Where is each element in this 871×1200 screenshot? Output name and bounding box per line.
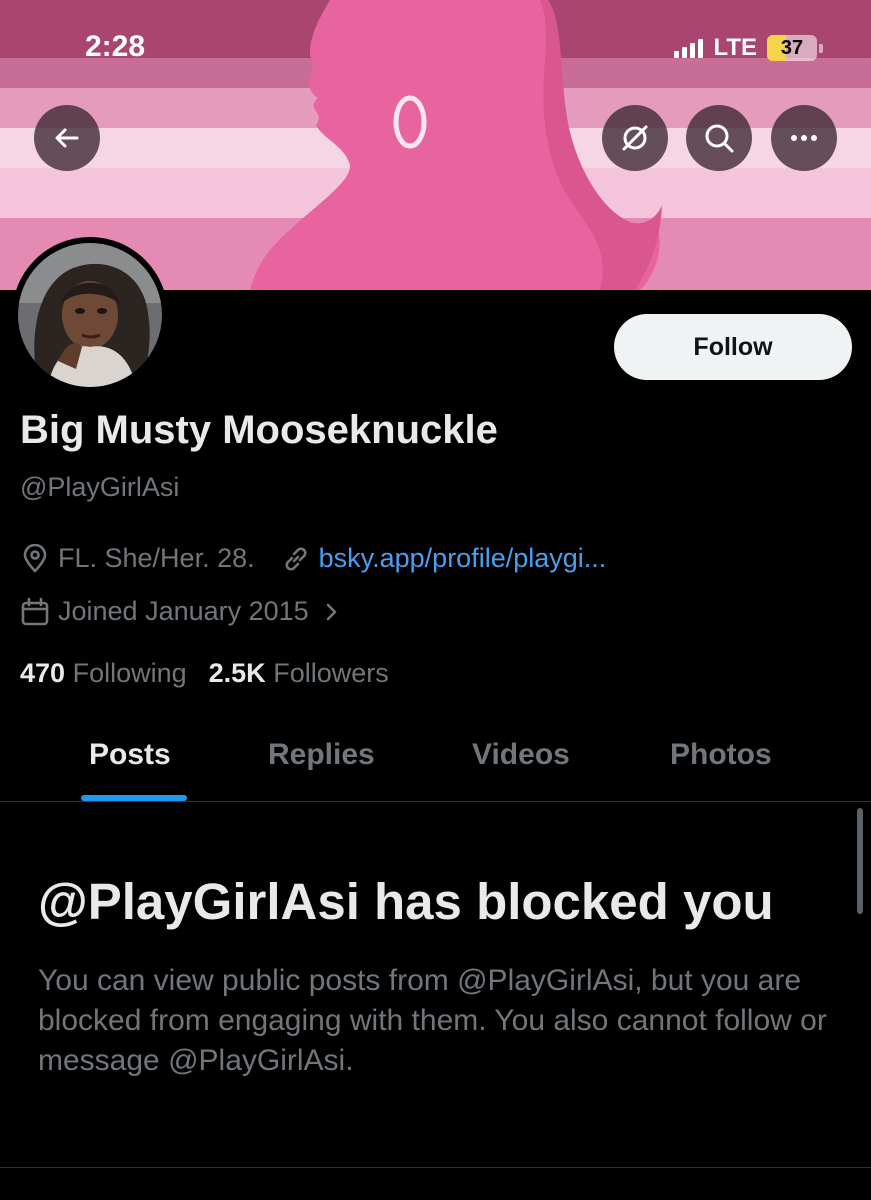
chevron-right-icon (326, 603, 336, 620)
tab-replies[interactable]: Replies (268, 738, 375, 772)
status-indicators: LTE 37 (674, 34, 823, 62)
divider (0, 1167, 871, 1168)
tab-videos[interactable]: Videos (472, 738, 570, 772)
avatar[interactable] (12, 237, 168, 393)
more-horizontal-icon (791, 135, 817, 141)
location-pin-icon (23, 543, 47, 573)
link-icon (285, 546, 307, 571)
display-name: Big Musty Mooseknuckle (20, 408, 498, 452)
followers-count: 2.5K (208, 658, 266, 688)
active-tab-indicator (81, 795, 187, 801)
search-icon (705, 124, 734, 153)
profile-tabs: Posts Replies Videos Photos (0, 720, 871, 802)
signal-icon (674, 38, 704, 58)
profile-meta-joined[interactable]: Joined January 2015 (20, 596, 343, 627)
tab-posts[interactable]: Posts (89, 738, 171, 772)
more-button[interactable] (771, 105, 837, 171)
blocked-message: You can view public posts from @PlayGirl… (38, 964, 827, 1077)
calendar-icon (21, 597, 49, 625)
profile-meta-location: FL. She/Her. 28. bsky.app/profile/playgi… (20, 543, 606, 574)
network-type: LTE (713, 34, 757, 61)
grok-button[interactable] (602, 105, 668, 171)
location-text: FL. She/Her. 28. (58, 543, 255, 573)
followers-label: Followers (273, 658, 389, 688)
arrow-left-icon (55, 128, 79, 148)
battery-level: 37 (780, 36, 804, 59)
following-count: 470 (20, 658, 66, 688)
followers-stat[interactable]: 2.5K Followers (209, 658, 389, 689)
joined-date: Joined January 2015 (58, 596, 309, 626)
follow-stats: 470 Following 2.5K Followers (20, 658, 389, 689)
battery-icon: 37 (767, 35, 823, 61)
website-link[interactable]: bsky.app/profile/playgi... (319, 543, 607, 574)
following-label: Following (72, 658, 187, 688)
following-stat[interactable]: 470 Following (20, 658, 187, 689)
tab-photos[interactable]: Photos (670, 738, 772, 772)
slashed-circle-icon (622, 125, 648, 151)
search-button[interactable] (686, 105, 752, 171)
blocked-title: @PlayGirlAsi has blocked you (38, 873, 774, 930)
avatar-photo (18, 243, 162, 387)
back-button[interactable] (34, 105, 100, 171)
follow-button[interactable]: Follow (614, 314, 852, 380)
status-time: 2:28 (85, 30, 146, 63)
user-handle: @PlayGirlAsi (20, 472, 180, 502)
scrollbar[interactable] (857, 808, 863, 914)
